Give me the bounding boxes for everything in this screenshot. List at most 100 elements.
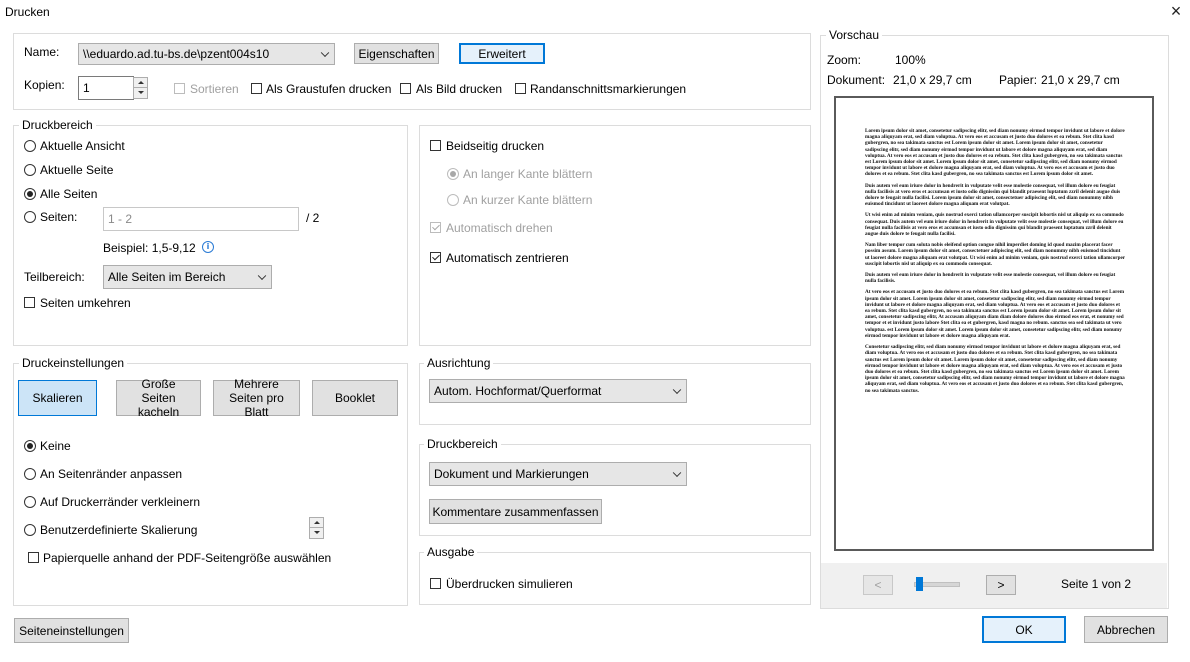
collate-checkbox[interactable] <box>174 83 185 94</box>
tile-button[interactable]: Große Seiten kacheln <box>116 377 201 419</box>
booklet-button[interactable]: Booklet <box>312 380 398 416</box>
pages-total: / 2 <box>306 211 320 225</box>
stepper-up-icon[interactable] <box>310 518 323 528</box>
subset-select-value: Alle Seiten im Bereich <box>108 270 226 284</box>
scale-shrink-label: Auf Druckerränder verkleinern <box>40 495 201 509</box>
overprint-checkbox[interactable] <box>430 578 441 589</box>
crop-marks-label: Randanschnittsmarkierungen <box>530 82 687 96</box>
printer-name-label: Name: <box>24 45 60 59</box>
grayscale-checkbox[interactable] <box>251 83 262 94</box>
stepper-up-icon[interactable] <box>134 78 147 88</box>
scale-button[interactable]: Skalieren <box>18 380 97 416</box>
copies-input[interactable]: 1 <box>78 76 134 100</box>
preview-paragraph: Lorem ipsum dolor sit amet, consetetur s… <box>865 128 1125 178</box>
copies-stepper[interactable] <box>133 77 148 99</box>
radio-scale-custom[interactable] <box>24 524 36 536</box>
orientation-title: Ausrichtung <box>424 356 494 370</box>
duplex-checkbox[interactable] <box>430 140 441 151</box>
radio-current-view[interactable] <box>24 140 36 152</box>
copies-label: Kopien: <box>24 78 65 92</box>
auto-center-checkbox[interactable] <box>430 252 441 263</box>
output-range-select-value: Dokument und Markierungen <box>434 467 589 481</box>
print-range-title: Druckbereich <box>19 118 96 132</box>
radio-scale-none[interactable] <box>24 440 36 452</box>
grayscale-label: Als Graustufen drucken <box>266 82 392 96</box>
scale-fit-label: An Seitenränder anpassen <box>40 467 183 481</box>
pages-range-input[interactable]: 1 - 2 <box>103 207 299 231</box>
document-size-label: Dokument: <box>827 73 886 87</box>
print-settings-title: Druckeinstellungen <box>19 356 128 370</box>
output-title: Ausgabe <box>424 545 478 559</box>
zoom-value: 100% <box>895 53 926 67</box>
scale-custom-label: Benutzerdefinierte Skalierung <box>40 523 198 537</box>
auto-rotate-checkbox[interactable] <box>430 222 441 233</box>
chevron-down-icon <box>257 271 267 281</box>
subset-label: Teilbereich: <box>24 270 85 284</box>
info-icon[interactable]: i <box>202 241 214 253</box>
summarize-comments-button[interactable]: Kommentare zusammenfassen <box>429 499 602 524</box>
orientation-select[interactable]: Autom. Hochformat/Querformat <box>429 379 687 403</box>
properties-button[interactable]: Eigenschaften <box>354 43 439 64</box>
all-pages-label: Alle Seiten <box>40 187 98 201</box>
paper-size-value: 21,0 x 29,7 cm <box>1041 73 1120 87</box>
collate-label: Sortieren <box>190 82 239 96</box>
pages-example: Beispiel: 1,5-9,12 <box>103 241 196 255</box>
reverse-pages-checkbox[interactable] <box>24 297 35 308</box>
paper-source-checkbox[interactable] <box>28 552 39 563</box>
auto-center-label: Automatisch zentrieren <box>446 251 569 265</box>
crop-marks-checkbox[interactable] <box>515 83 526 94</box>
printer-select-value: \\eduardo.ad.tu-bs.de\pzent004s10 <box>83 47 270 61</box>
radio-scale-fit[interactable] <box>24 468 36 480</box>
cancel-button[interactable]: Abbrechen <box>1084 616 1168 643</box>
paper-source-label: Papierquelle anhand der PDF-Seitengröße … <box>43 551 332 565</box>
custom-scale-stepper[interactable] <box>309 517 324 539</box>
radio-short-edge[interactable] <box>447 194 459 206</box>
paper-size-label: Papier: <box>999 73 1038 87</box>
preview-paragraph: Ut wisi enim ad minim veniam, quis nostr… <box>865 212 1124 238</box>
printer-select[interactable]: \\eduardo.ad.tu-bs.de\pzent004s10 <box>78 43 335 65</box>
preview-paragraph: Duis autem vel eum iriure dolor in hendr… <box>865 182 1121 208</box>
ok-button[interactable]: OK <box>982 616 1066 643</box>
advanced-button[interactable]: Erweitert <box>459 43 545 64</box>
duplex-label: Beidseitig drucken <box>446 139 545 153</box>
orientation-select-value: Autom. Hochformat/Querformat <box>434 384 602 398</box>
reverse-pages-label: Seiten umkehren <box>40 296 131 310</box>
duplex-group <box>419 125 811 346</box>
current-page-label: Aktuelle Seite <box>40 163 114 177</box>
as-image-label: Als Bild drucken <box>416 82 503 96</box>
subset-select[interactable]: Alle Seiten im Bereich <box>103 265 272 289</box>
window-title: Drucken <box>5 5 50 19</box>
radio-long-edge[interactable] <box>447 168 459 180</box>
radio-current-page[interactable] <box>24 164 36 176</box>
next-page-button[interactable]: > <box>986 575 1016 595</box>
zoom-label: Zoom: <box>827 53 862 67</box>
as-image-checkbox[interactable] <box>400 83 411 94</box>
output-range-title: Druckbereich <box>424 437 501 451</box>
output-range-select[interactable]: Dokument und Markierungen <box>429 462 687 486</box>
prev-page-button[interactable]: < <box>863 575 893 595</box>
preview-paragraph: At vero eos et accusam et justo duo dolo… <box>865 289 1125 339</box>
preview-paragraph: Nam liber tempor cum soluta nobis eleife… <box>865 242 1125 267</box>
print-range-group <box>13 125 408 346</box>
preview-title: Vorschau <box>826 28 883 42</box>
radio-scale-shrink[interactable] <box>24 496 36 508</box>
page-info: Seite 1 von 2 <box>1061 577 1132 591</box>
radio-all-pages[interactable] <box>24 188 36 200</box>
chevron-down-icon <box>672 468 682 478</box>
preview-paragraph: Duis autem vel eum iriure dolor in hendr… <box>865 272 1116 285</box>
short-edge-label: An kurzer Kante blättern <box>463 193 593 207</box>
stepper-down-icon[interactable] <box>310 528 323 538</box>
page-setup-button[interactable]: Seiteneinstellungen <box>14 618 129 643</box>
close-icon[interactable]: × <box>1166 1 1186 21</box>
multiple-pages-button[interactable]: Mehrere Seiten pro Blatt <box>213 377 300 419</box>
zoom-slider-thumb[interactable] <box>915 577 923 591</box>
preview-paragraph: Consetetur sadipscing elitr, sed diam no… <box>865 344 1125 394</box>
document-size-value: 21,0 x 29,7 cm <box>893 73 972 87</box>
overprint-label: Überdrucken simulieren <box>446 577 573 591</box>
auto-rotate-label: Automatisch drehen <box>446 221 553 235</box>
radio-pages[interactable] <box>24 211 36 223</box>
stepper-down-icon[interactable] <box>134 88 147 98</box>
scale-none-label: Keine <box>40 439 71 453</box>
preview-page: Lorem ipsum dolor sit amet, consetetur s… <box>834 96 1154 551</box>
long-edge-label: An langer Kante blättern <box>463 167 593 181</box>
